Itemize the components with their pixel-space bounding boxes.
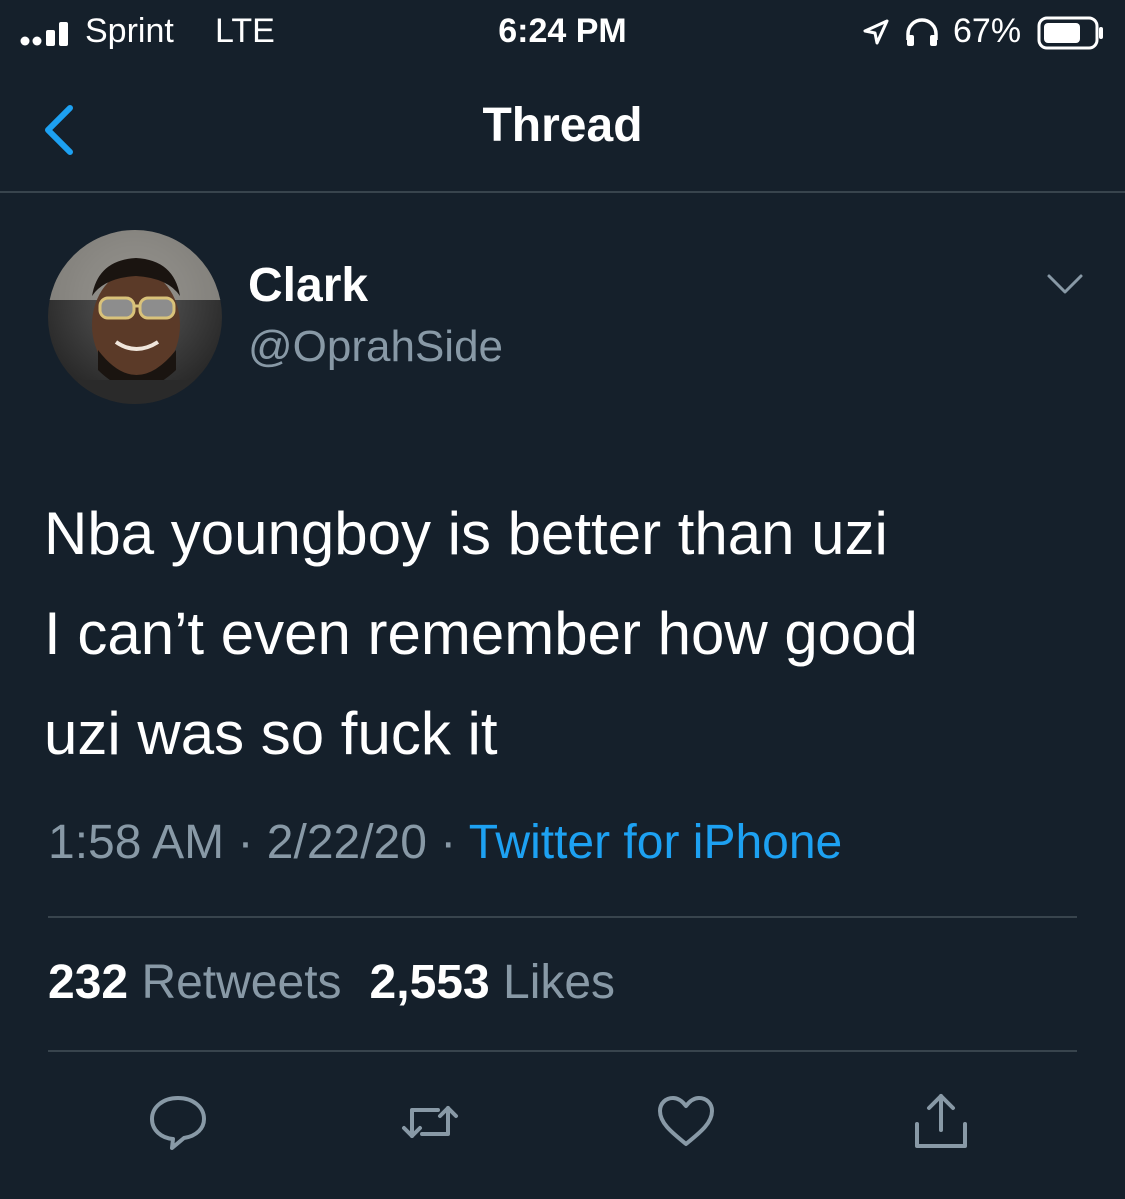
headphones-icon	[906, 18, 938, 46]
tweet-text-line: I can’t even remember how good	[44, 600, 918, 667]
meta-separator: ·	[440, 816, 457, 869]
user-handle[interactable]: @OprahSide	[248, 322, 503, 372]
share-icon[interactable]	[909, 1090, 973, 1154]
retweet-icon[interactable]	[398, 1090, 462, 1154]
location-arrow-icon	[863, 19, 889, 45]
avatar[interactable]	[48, 230, 222, 404]
tweet-date: 2/22/20	[266, 816, 427, 869]
battery-percent: 67%	[953, 12, 1022, 50]
like-icon[interactable]	[654, 1090, 718, 1154]
meta-separator: ·	[237, 816, 254, 869]
likes-stat[interactable]: 2,553 Likes	[370, 956, 616, 1009]
tweet-text-line: Nba youngboy is better than uzi	[44, 500, 888, 567]
page-title: Thread	[482, 99, 643, 152]
battery-icon	[1037, 16, 1103, 50]
tweet-source-link[interactable]: Twitter for iPhone	[469, 816, 843, 869]
tweet-time: 1:58 AM	[48, 816, 225, 869]
tweet-stats: 232 Retweets 2,553 Likes	[48, 955, 615, 1010]
avatar-image	[48, 230, 222, 404]
divider	[48, 916, 1077, 918]
retweets-count: 232	[48, 956, 129, 1009]
retweets-label: Retweets	[141, 956, 342, 1009]
divider	[48, 1050, 1077, 1052]
tweet-meta: 1:58 AM · 2/22/20 · Twitter for iPhone	[48, 815, 842, 870]
chevron-down-icon[interactable]	[1045, 272, 1085, 296]
navigation-bar: Thread	[0, 64, 1125, 193]
likes-label: Likes	[503, 956, 616, 1009]
tweet-text: Nba youngboy is better than uzi I can’t …	[44, 484, 1094, 784]
retweets-stat[interactable]: 232 Retweets	[48, 956, 342, 1009]
display-name[interactable]: Clark	[248, 258, 368, 313]
tweet-text-line: uzi was so fuck it	[44, 700, 498, 767]
reply-icon[interactable]	[146, 1090, 210, 1154]
status-bar: Sprint LTE 6:24 PM 67%	[0, 0, 1125, 64]
likes-count: 2,553	[369, 956, 490, 1009]
